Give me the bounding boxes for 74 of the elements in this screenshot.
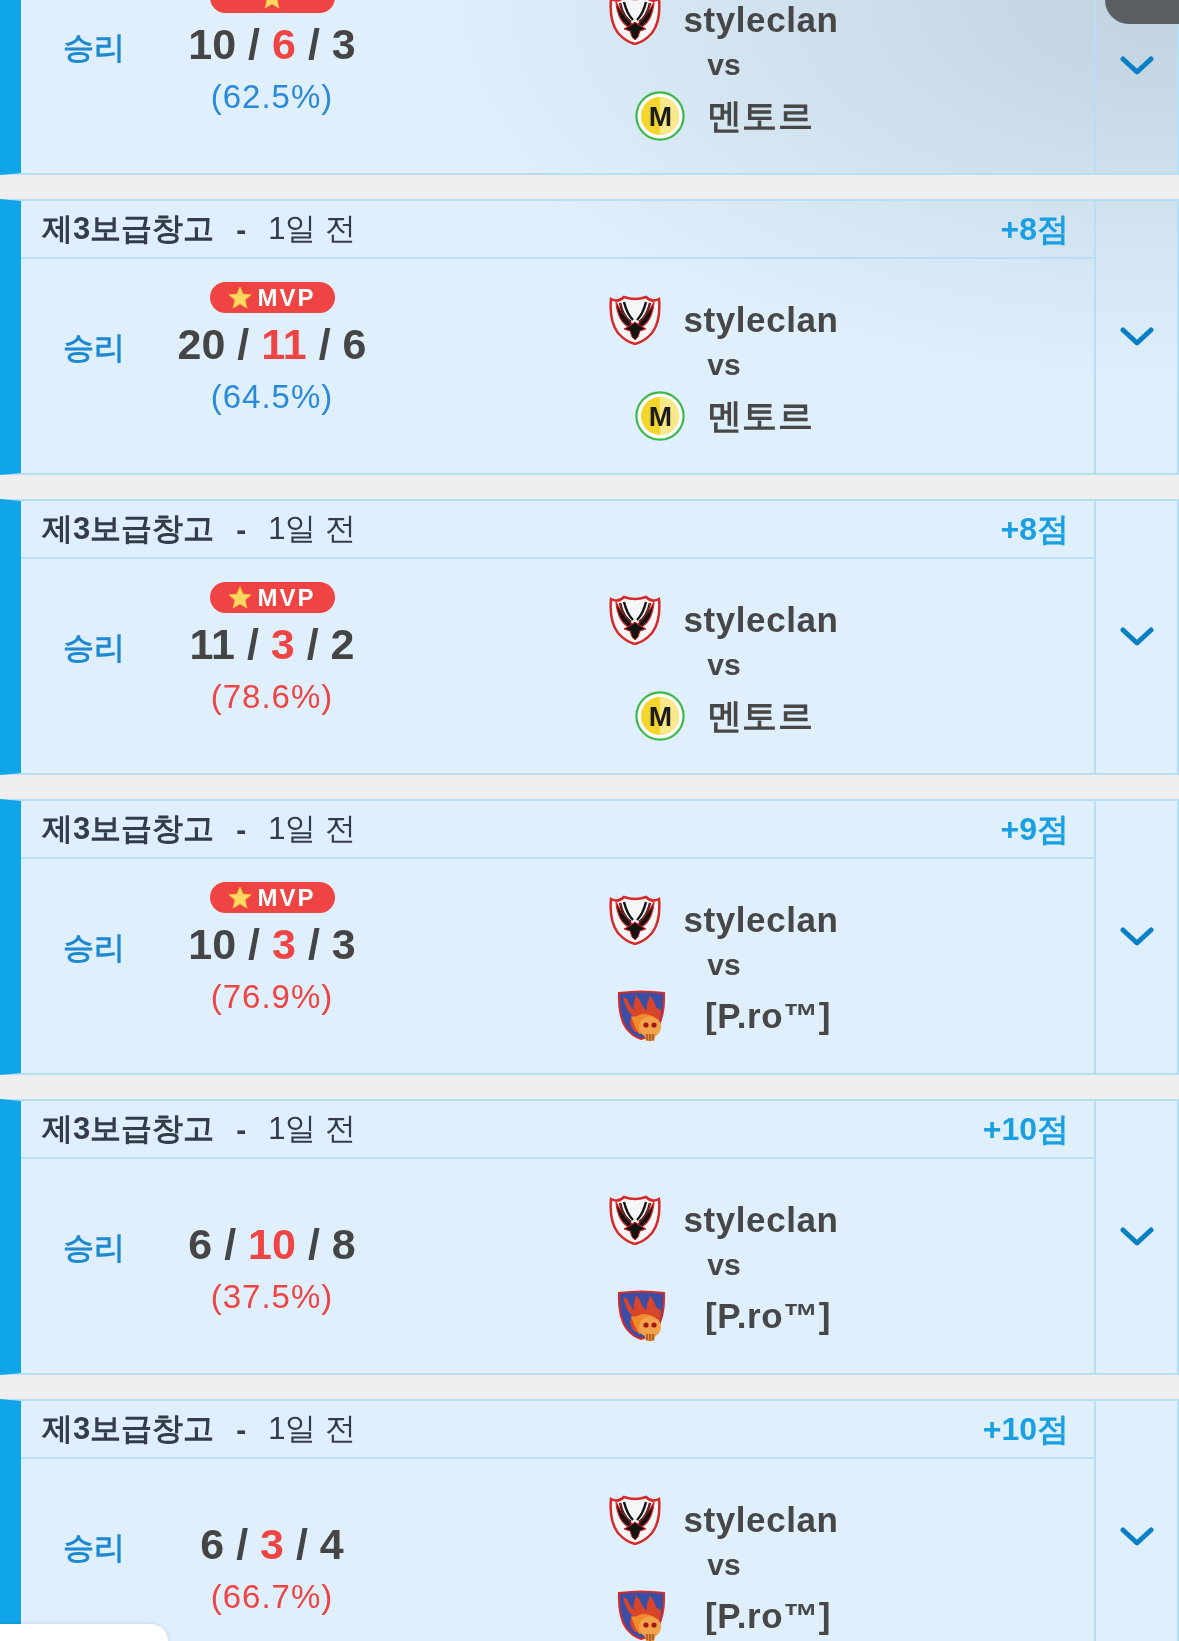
team-name: styleclan bbox=[683, 0, 839, 41]
separator-text: - bbox=[236, 811, 247, 848]
map-name: 제3보급창고 bbox=[42, 1109, 215, 1148]
result-text: 승리 bbox=[63, 1230, 125, 1265]
kda-score: 10 / 6 / 3 bbox=[188, 19, 356, 69]
percentage-text: (66.7%) bbox=[210, 1577, 334, 1617]
kda-score: 11 / 3 / 2 bbox=[189, 619, 355, 669]
flaming-skull-icon bbox=[616, 1290, 667, 1342]
vs-text: vs bbox=[707, 1547, 741, 1583]
kda-score: 20 / 11 / 6 bbox=[177, 319, 367, 369]
letter-m-logo: M bbox=[634, 691, 685, 741]
team-name: styleclan bbox=[683, 1498, 839, 1541]
points-text: +10점 bbox=[982, 1110, 1069, 1149]
team-name: styleclan bbox=[683, 298, 839, 341]
mvp-label: MVP bbox=[257, 285, 316, 310]
team-name: styleclan bbox=[683, 598, 839, 641]
letter-m-logo: M bbox=[634, 391, 685, 441]
vs-text: vs bbox=[707, 347, 741, 383]
separator-text: - bbox=[236, 211, 247, 248]
percentage-text: (62.5%) bbox=[210, 77, 334, 117]
separator-text: - bbox=[236, 1411, 247, 1448]
team-name: 멘토르 bbox=[706, 694, 814, 737]
time-text: 1일 전 bbox=[268, 809, 357, 848]
team-name: styleclan bbox=[683, 1198, 839, 1241]
kda-score: 10 / 3 / 3 bbox=[188, 919, 356, 969]
result-text: 승리 bbox=[63, 930, 125, 965]
separator-text: - bbox=[236, 511, 247, 548]
vs-text: vs bbox=[707, 647, 741, 683]
map-name: 제3보급창고 bbox=[42, 809, 215, 848]
kda-score: 6 / 3 / 4 bbox=[200, 1519, 344, 1569]
time-text: 1일 전 bbox=[268, 209, 357, 248]
percentage-text: (78.6%) bbox=[210, 677, 334, 717]
mvp-label: MVP bbox=[257, 585, 316, 610]
map-name: 제3보급창고 bbox=[42, 209, 215, 248]
result-text: 승리 bbox=[63, 330, 125, 365]
percentage-text: (37.5%) bbox=[210, 1277, 334, 1317]
team-name: [P.ro™] bbox=[704, 1594, 832, 1637]
star-icon bbox=[228, 586, 253, 609]
team-name: [P.ro™] bbox=[704, 1294, 832, 1337]
team-name: styleclan bbox=[683, 898, 839, 941]
time-text: 1일 전 bbox=[268, 1409, 357, 1448]
time-text: 1일 전 bbox=[268, 509, 357, 548]
star-icon bbox=[228, 886, 253, 909]
result-text: 승리 bbox=[63, 1530, 125, 1565]
team-name: [P.ro™] bbox=[704, 994, 832, 1037]
map-name: 제3보급창고 bbox=[42, 1409, 215, 1448]
eagle-shield-icon bbox=[609, 595, 662, 645]
eagle-shield-icon bbox=[609, 1495, 662, 1545]
eagle-shield-icon bbox=[609, 1195, 662, 1245]
kda-score: 6 / 10 / 8 bbox=[188, 1219, 356, 1269]
map-name: 제3보급창고 bbox=[42, 509, 215, 548]
points-text: +10점 bbox=[982, 1410, 1069, 1449]
result-text: 승리 bbox=[63, 30, 125, 65]
letter-m-logo: M bbox=[634, 91, 685, 141]
star-icon bbox=[228, 286, 253, 309]
percentage-text: (64.5%) bbox=[210, 377, 334, 417]
time-text: 1일 전 bbox=[268, 1109, 357, 1148]
team-name: 멘토르 bbox=[706, 394, 814, 437]
points-text: +8점 bbox=[1000, 210, 1069, 249]
percentage-text: (76.9%) bbox=[210, 977, 334, 1017]
mvp-label: MVP bbox=[257, 885, 316, 910]
points-text: +9점 bbox=[1000, 810, 1069, 849]
points-text: +8점 bbox=[1000, 510, 1069, 549]
result-text: 승리 bbox=[63, 630, 125, 665]
vs-text: vs bbox=[707, 47, 741, 83]
eagle-shield-icon bbox=[609, 0, 662, 45]
vs-text: vs bbox=[707, 947, 741, 983]
flaming-skull-icon bbox=[616, 1590, 667, 1641]
vs-text: vs bbox=[707, 1247, 741, 1283]
flaming-skull-icon bbox=[616, 990, 667, 1042]
eagle-shield-icon bbox=[609, 895, 662, 945]
separator-text: - bbox=[236, 1111, 247, 1148]
eagle-shield-icon bbox=[609, 295, 662, 345]
team-name: 멘토르 bbox=[706, 94, 814, 137]
